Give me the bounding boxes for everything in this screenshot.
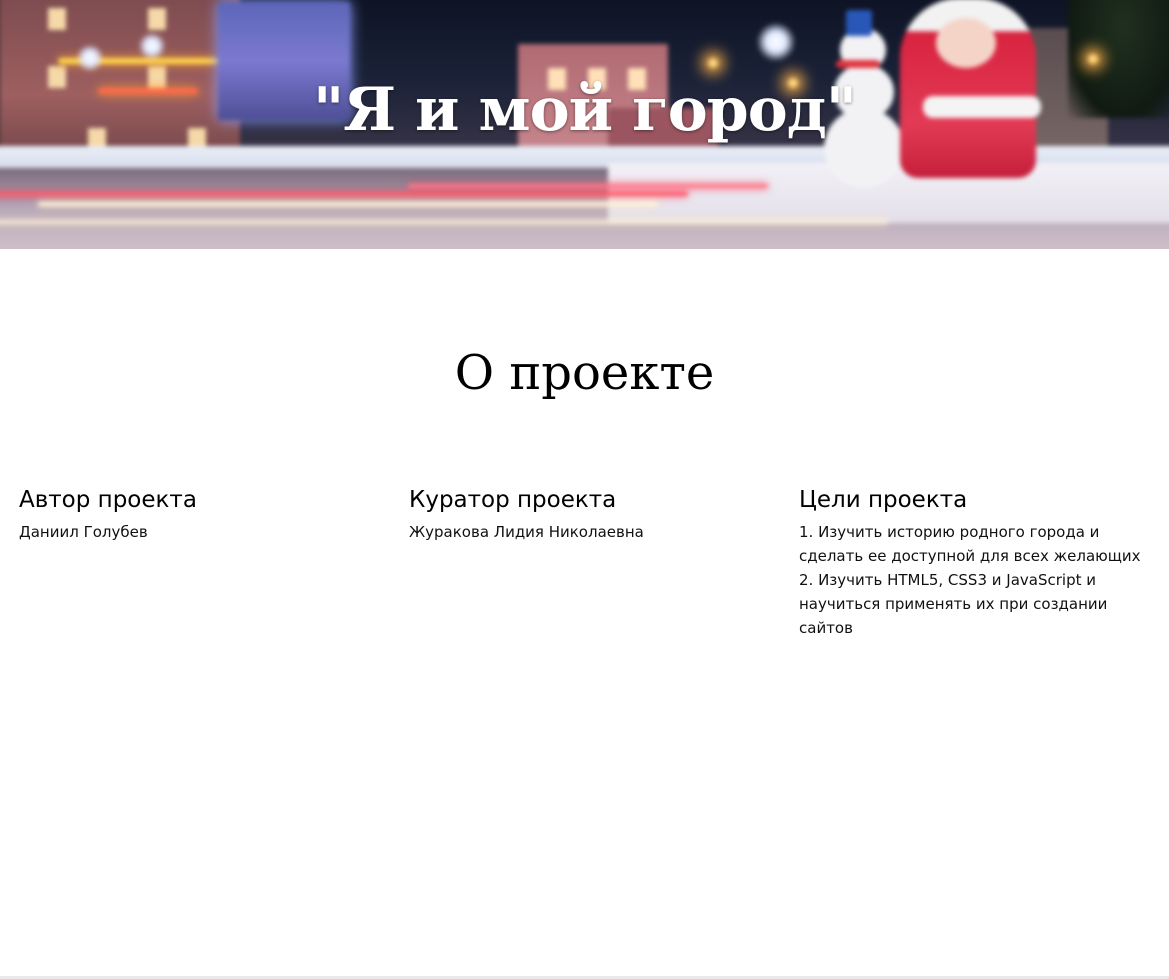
goal-item: 1. Изучить историю родного города и сдел… [799,523,1141,565]
goals-column: Цели проекта 1. Изучить историю родного … [799,484,1149,640]
author-name: Даниил Голубев [19,523,148,541]
author-heading: Автор проекта [19,487,197,513]
section-title: О проекте [454,345,715,401]
hero-title: "Я и мой город" [313,75,857,145]
author-column: Автор проекта Даниил Голубев [19,484,379,544]
curator-column: Куратор проекта Журакова Лидия Николаевн… [409,484,769,544]
hero-banner: "Я и мой город" [0,0,1169,249]
curator-name: Журакова Лидия Николаевна [409,523,644,541]
goals-heading: Цели проекта [799,487,968,513]
curator-heading: Куратор проекта [409,487,617,513]
goals-list: 1. Изучить историю родного города и сдел… [799,520,1149,640]
goal-item: 2. Изучить HTML5, CSS3 и JavaScript и на… [799,571,1108,637]
